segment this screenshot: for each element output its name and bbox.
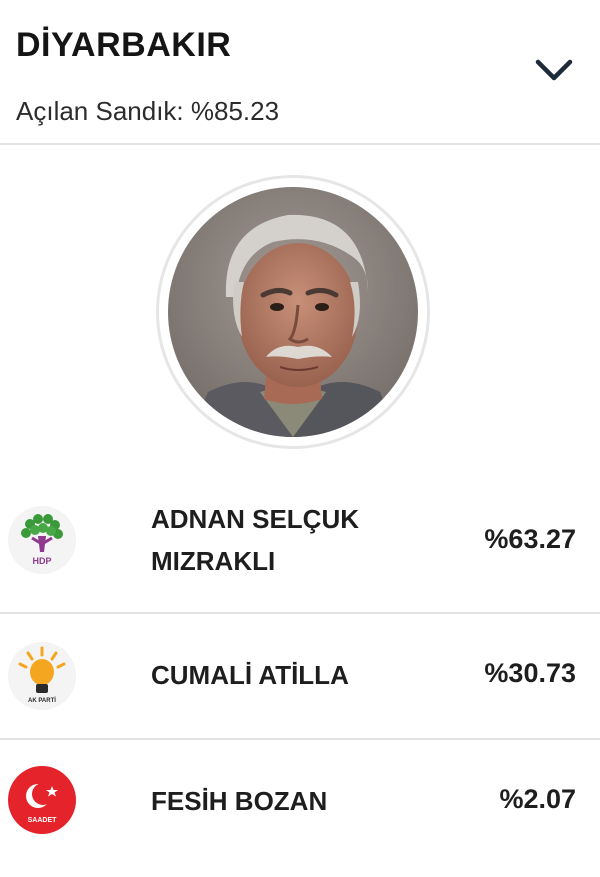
saadet-logo-icon: SAADET [9, 767, 75, 833]
portrait-image [168, 187, 418, 437]
candidate-row[interactable]: SAADET FESİH BOZAN %2.07 [0, 740, 600, 877]
candidate-name-line1: CUMALİ ATİLLA [151, 660, 349, 690]
ak-parti-logo-icon: AK PARTİ [9, 643, 75, 709]
opened-ballot-boxes: Açılan Sandık: %85.23 [16, 96, 280, 126]
candidate-name: ADNAN SELÇUK MIZRAKLI [151, 498, 451, 582]
candidate-name-line1: ADNAN SELÇUK [151, 504, 359, 534]
city-header[interactable]: DİYARBAKIR Açılan Sandık: %85.23 [0, 0, 600, 144]
candidate-name-line1: FESİH BOZAN [151, 786, 328, 816]
svg-text:HDP: HDP [32, 556, 51, 566]
candidate-percent: %63.27 [484, 524, 576, 554]
candidate-row[interactable]: HDP ADNAN SELÇUK MIZRAKLI %63.27 [0, 480, 600, 612]
ak-parti-logo: AK PARTİ [8, 642, 76, 710]
svg-text:SAADET: SAADET [28, 817, 58, 824]
candidate-percent: %30.73 [484, 658, 576, 688]
candidate-name: CUMALİ ATİLLA [151, 654, 451, 696]
candidate-row[interactable]: AK PARTİ CUMALİ ATİLLA %30.73 [0, 614, 600, 738]
chevron-down-icon[interactable] [532, 56, 576, 86]
svg-text:AK PARTİ: AK PARTİ [28, 697, 56, 704]
hdp-logo: HDP [8, 506, 76, 574]
saadet-logo: SAADET [8, 766, 76, 834]
candidate-name-line2: MIZRAKLI [151, 546, 276, 576]
city-title: DİYARBAKIR [16, 26, 232, 64]
candidate-percent: %2.07 [499, 784, 576, 814]
hdp-logo-icon: HDP [9, 507, 75, 573]
candidate-name: FESİH BOZAN [151, 780, 451, 822]
candidate-photo-frame [156, 175, 430, 449]
candidate-photo [168, 187, 418, 437]
header-divider [0, 143, 600, 145]
